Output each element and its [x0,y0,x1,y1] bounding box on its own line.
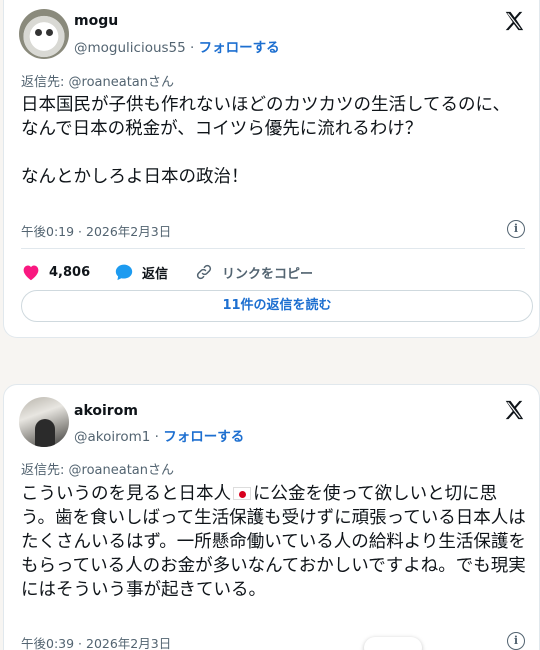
tweet-text: こういうのを見ると日本人 に公金を使って欲しいと切に思う。歯を食いしばって生活保護… [21,482,526,602]
like-count: 4,806 [49,264,91,280]
reply-bubble-icon [115,264,133,281]
follow-button[interactable]: フォローする [199,40,280,56]
reply-to-label: 返信先: @roaneatanさん [21,75,174,90]
handle-row: @akoirom1 · フォローする [74,425,244,445]
info-icon[interactable]: i [507,220,525,238]
tweet-card-1: mogu @mogulicious55 · フォローする 返信先: @roane… [3,0,540,338]
reply-to-label: 返信先: @roaneatanさん [21,463,174,478]
link-icon [196,264,212,280]
avatar-figure [35,419,55,447]
divider [21,248,525,249]
x-logo-icon[interactable] [503,10,525,32]
avatar[interactable] [19,9,69,59]
tweet-text: 日本国民が子供も作れないほどのカツカツの生活してるのに、なんで日本の税金が、コイ… [21,95,510,187]
floating-pill-button[interactable] [364,637,422,650]
japan-flag-icon [233,487,251,500]
like-button[interactable]: 4,806 [21,262,90,282]
display-name[interactable]: mogu [74,13,118,29]
handle[interactable]: @akoirom1 [74,429,150,445]
reply-button[interactable]: 返信 [114,262,168,282]
x-logo-icon[interactable] [503,399,525,421]
copy-link-button[interactable]: リンクをコピー [194,262,313,282]
separator: · [150,429,164,445]
tweet-text-part: こういうのを見ると日本人 [21,484,231,504]
read-replies-button[interactable]: 11件の返信を読む [21,290,533,322]
separator: · [185,40,199,56]
copy-link-label: リンクをコピー [222,266,314,282]
owl-eye-icon [35,29,42,36]
follow-button[interactable]: フォローする [163,429,244,445]
display-name[interactable]: akoirom [74,403,138,419]
tweet-card-2: akoirom @akoirom1 · フォローする 返信先: @roaneat… [3,384,540,650]
heart-icon [23,265,39,281]
avatar[interactable] [19,397,69,447]
handle-row: @mogulicious55 · フォローする [74,36,280,56]
reply-label: 返信 [142,266,169,282]
timestamp[interactable]: 午後0:39 · 2026年2月3日 [21,633,171,650]
timestamp[interactable]: 午後0:19 · 2026年2月3日 [21,221,171,240]
handle[interactable]: @mogulicious55 [74,40,186,56]
owl-eye-icon [46,29,53,36]
info-icon[interactable]: i [507,632,525,650]
